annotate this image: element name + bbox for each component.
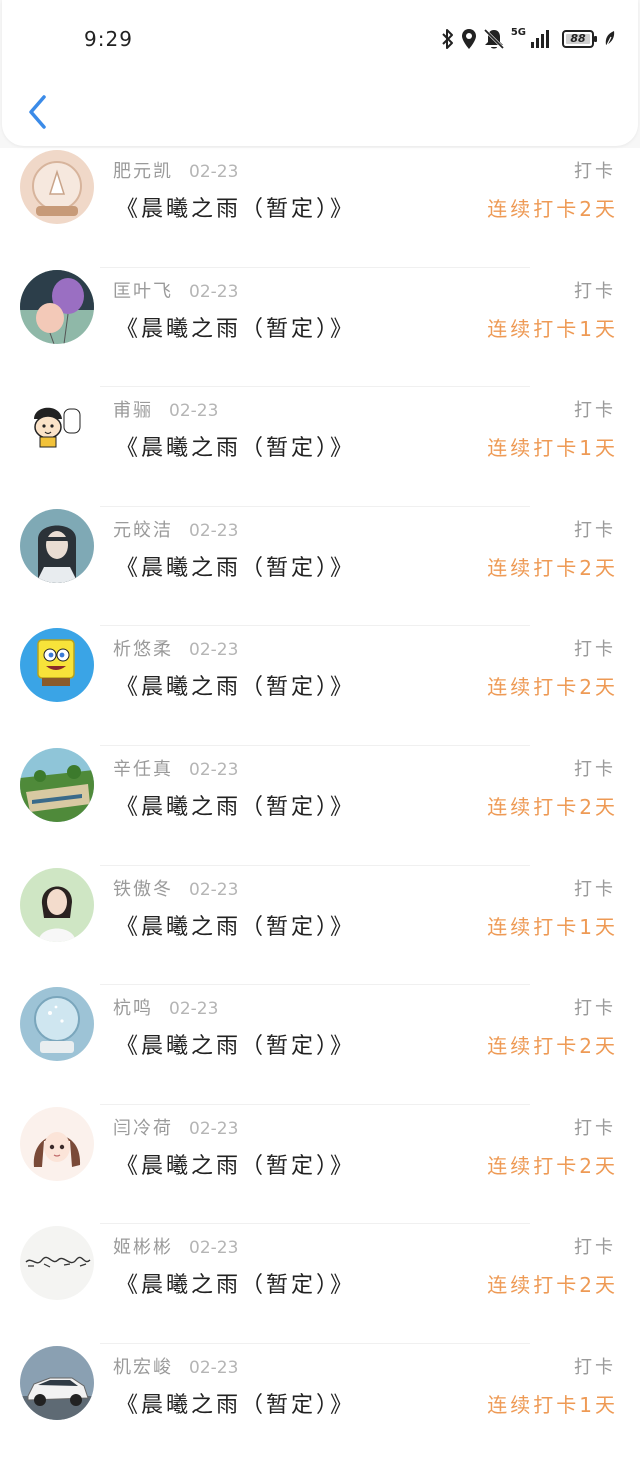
checkin-date: 02-23 [189, 1118, 239, 1139]
checkin-date: 02-23 [169, 401, 219, 422]
streak-label: 连续打卡1天 [487, 436, 618, 461]
mute-icon [483, 28, 504, 50]
book-title: 《晨曦之雨（暂定）》 [116, 1273, 356, 1299]
streak-label: 连续打卡1天 [487, 316, 618, 341]
streak-label: 连续打卡2天 [487, 1273, 618, 1298]
status-time: 9:29 [84, 27, 133, 51]
list-item[interactable]: 元皎洁 02-23 《晨曦之雨（暂定）》 打卡 连续打卡2天 [0, 507, 640, 627]
book-title: 《晨曦之雨（暂定）》 [116, 1392, 356, 1418]
checkin-badge: 打卡 [574, 878, 616, 900]
streak-label: 连续打卡2天 [487, 1153, 618, 1178]
location-icon [461, 29, 476, 49]
streak-label: 连续打卡2天 [487, 794, 618, 819]
list-item[interactable]: 辛任真 02-23 《晨曦之雨（暂定）》 打卡 连续打卡2天 [0, 746, 640, 866]
book-title: 《晨曦之雨（暂定）》 [116, 436, 356, 462]
network-label: 5G [510, 27, 526, 38]
leaf-icon [605, 31, 615, 48]
book-title: 《晨曦之雨（暂定）》 [116, 555, 356, 581]
cartoon-girl-avatar[interactable] [20, 389, 94, 464]
top-bar: 9:29 5G 88 [2, 0, 638, 146]
list-item[interactable]: 姬彬彬 02-23 《晨曦之雨（暂定）》 打卡 连续打卡2天 [0, 1224, 640, 1344]
checkin-date: 02-23 [189, 640, 239, 661]
anime-girl-avatar[interactable] [20, 1106, 94, 1181]
list-item[interactable]: 甫骊 02-23 《晨曦之雨（暂定）》 打卡 连续打卡1天 [0, 387, 640, 507]
girl-photo-avatar[interactable] [20, 867, 94, 942]
checkin-badge: 打卡 [574, 998, 616, 1020]
checkin-badge: 打卡 [574, 161, 616, 182]
checkin-date: 02-23 [169, 999, 219, 1020]
checkin-date: 02-23 [189, 1357, 239, 1378]
user-name: 杭鸣 02-23 [113, 998, 219, 1020]
list-item[interactable]: 机宏峻 02-23 《晨曦之雨（暂定）》 打卡 连续打卡1天 [0, 1344, 640, 1464]
streak-label: 连续打卡2天 [487, 555, 618, 580]
user-name: 机宏峻 02-23 [113, 1356, 239, 1378]
checkin-badge: 打卡 [574, 519, 616, 541]
user-name: 闫冷荷 02-23 [113, 1117, 239, 1139]
book-title: 《晨曦之雨（暂定）》 [116, 316, 356, 342]
streak-label: 连续打卡1天 [487, 914, 618, 939]
list-item[interactable]: 闫冷荷 02-23 《晨曦之雨（暂定）》 打卡 连续打卡2天 [0, 1105, 640, 1225]
anime-character-avatar[interactable] [20, 508, 94, 583]
list-item[interactable]: 析悠柔 02-23 《晨曦之雨（暂定）》 打卡 连续打卡2天 [0, 626, 640, 746]
back-button[interactable] [20, 90, 56, 134]
book-title: 《晨曦之雨（暂定）》 [116, 794, 356, 820]
book-title: 《晨曦之雨（暂定）》 [116, 914, 356, 940]
book-title: 《晨曦之雨（暂定）》 [116, 1153, 356, 1179]
checkin-date: 02-23 [189, 879, 239, 900]
book-title: 《晨曦之雨（暂定）》 [116, 675, 356, 701]
balloons-avatar[interactable] [20, 269, 94, 344]
checkin-badge: 打卡 [574, 639, 616, 661]
landscape-avatar[interactable] [20, 747, 94, 822]
book-title: 《晨曦之雨（暂定）》 [116, 197, 356, 222]
user-name: 匡叶飞 02-23 [113, 280, 239, 302]
user-name: 姬彬彬 02-23 [113, 1237, 239, 1259]
list-item[interactable]: 匡叶飞 02-23 《晨曦之雨（暂定）》 打卡 连续打卡1天 [0, 268, 640, 388]
user-name: 辛任真 02-23 [113, 758, 239, 780]
list-item[interactable]: 杭鸣 02-23 《晨曦之雨（暂定）》 打卡 连续打卡2天 [0, 985, 640, 1105]
checkin-date: 02-23 [189, 759, 239, 780]
battery-icon: 88 [562, 30, 598, 48]
signal-icon [531, 30, 549, 48]
streak-label: 连续打卡2天 [487, 675, 618, 700]
streak-label: 连续打卡2天 [487, 1034, 618, 1059]
checkin-badge: 打卡 [574, 1356, 616, 1378]
book-title: 《晨曦之雨（暂定）》 [116, 1034, 356, 1060]
checkin-badge: 打卡 [574, 1117, 616, 1139]
calligraphy-avatar[interactable] [20, 1226, 94, 1301]
streak-label: 连续打卡1天 [487, 1392, 618, 1417]
snow-globe-avatar[interactable] [20, 150, 94, 224]
checkin-date: 02-23 [189, 281, 239, 302]
crystal-ball-avatar[interactable] [20, 987, 94, 1062]
user-name: 元皎洁 02-23 [113, 519, 239, 541]
user-name: 析悠柔 02-23 [113, 639, 239, 661]
car-avatar[interactable] [20, 1345, 94, 1420]
status-icons: 5G 88 [441, 26, 616, 52]
user-name: 甫骊 02-23 [113, 400, 219, 422]
checkin-date: 02-23 [189, 520, 239, 541]
checkin-badge: 打卡 [574, 1237, 616, 1259]
bluetooth-icon [442, 29, 453, 49]
streak-label: 连续打卡2天 [487, 197, 618, 221]
chevron-left-icon [29, 95, 46, 129]
user-name: 铁傲冬 02-23 [113, 878, 239, 900]
checkin-badge: 打卡 [574, 400, 616, 422]
battery-level: 88 [570, 32, 586, 45]
checkin-badge: 打卡 [574, 280, 616, 302]
spongebob-avatar[interactable] [20, 628, 94, 703]
checkin-date: 02-23 [189, 1238, 239, 1259]
checkin-list: 肥元凯 02-23 《晨曦之雨（暂定）》 打卡 连续打卡2天 匡叶飞 02-23 《… [0, 148, 640, 1464]
checkin-date: 02-23 [189, 162, 239, 182]
user-name: 肥元凯 02-23 [113, 161, 239, 182]
list-item[interactable]: 铁傲冬 02-23 《晨曦之雨（暂定）》 打卡 连续打卡1天 [0, 866, 640, 986]
checkin-badge: 打卡 [574, 758, 616, 780]
list-item[interactable]: 肥元凯 02-23 《晨曦之雨（暂定）》 打卡 连续打卡2天 [0, 148, 640, 268]
